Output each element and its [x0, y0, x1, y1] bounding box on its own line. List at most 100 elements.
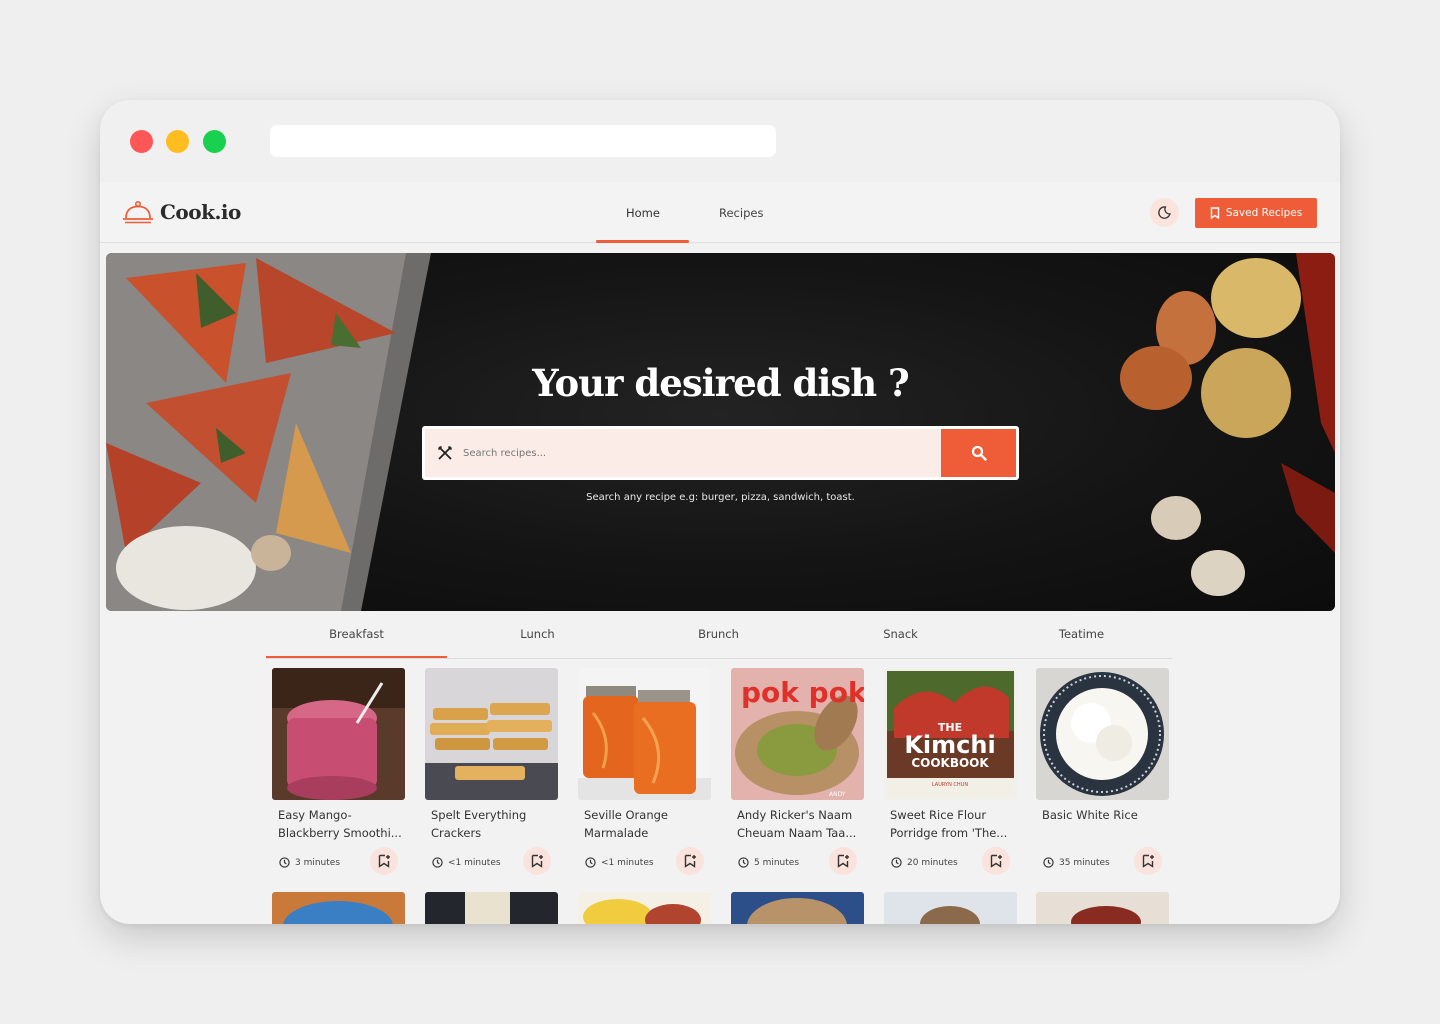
recipe-image	[731, 892, 864, 924]
recipe-card[interactable]: Basic White Rice 35 minutes	[1036, 668, 1169, 883]
browser-window: Cook.io Home Recipes Saved Recipes Your …	[100, 100, 1340, 924]
kimchi-title-text: Kimchi	[904, 731, 995, 759]
saved-recipes-label: Saved Recipes	[1225, 207, 1303, 219]
kimchi-cookbook-image: THE Kimchi COOKBOOK LAURYN CHUN	[884, 668, 1017, 800]
moon-icon	[1158, 206, 1171, 219]
recipe-image	[1036, 892, 1169, 924]
recipe-time: 20 minutes	[891, 857, 958, 868]
search-icon	[971, 445, 987, 461]
recipe-image	[272, 892, 405, 924]
clock-icon	[585, 857, 596, 868]
recipe-card-partial[interactable]	[731, 892, 864, 924]
tab-teatime[interactable]: Teatime	[991, 627, 1172, 641]
saved-recipes-button[interactable]: Saved Recipes	[1195, 198, 1317, 228]
recipe-image[interactable]: pok pok ANDY	[731, 668, 864, 800]
smoothie-image	[272, 668, 405, 800]
save-recipe-button[interactable]	[676, 847, 704, 875]
recipe-card[interactable]: Spelt Everything Crackers <1 minutes	[425, 668, 558, 883]
hero-banner: Your desired dish ? Search any recipe e.…	[106, 253, 1335, 611]
recipe-card-partial[interactable]	[1036, 892, 1169, 924]
clock-icon	[891, 857, 902, 868]
save-recipe-button[interactable]	[370, 847, 398, 875]
bookmark-add-icon	[378, 854, 390, 868]
cloche-icon	[123, 200, 153, 224]
recipe-time-label: 35 minutes	[1059, 857, 1110, 868]
clock-icon	[432, 857, 443, 868]
recipe-image	[884, 892, 1017, 924]
active-tab-indicator	[266, 656, 447, 658]
bookmark-add-icon	[1142, 854, 1154, 868]
search-box	[422, 426, 1019, 480]
recipe-image[interactable]: THE Kimchi COOKBOOK LAURYN CHUN	[884, 668, 1017, 800]
recipe-title[interactable]: Basic White Rice	[1042, 806, 1167, 824]
nav-link-recipes[interactable]: Recipes	[719, 206, 763, 220]
meal-type-tabs: Breakfast Lunch Brunch Snack Teatime	[266, 611, 1172, 659]
recipe-card-partial[interactable]	[578, 892, 711, 924]
recipe-title[interactable]: Spelt Everything Crackers	[431, 806, 556, 842]
kimchi-sub-text: COOKBOOK	[911, 756, 989, 770]
clock-icon	[738, 857, 749, 868]
logo[interactable]: Cook.io	[122, 200, 241, 224]
search-input[interactable]	[463, 443, 933, 463]
marmalade-image	[578, 668, 711, 800]
bookmark-add-icon	[684, 854, 696, 868]
recipe-card[interactable]: Seville Orange Marmalade <1 minutes	[578, 668, 711, 883]
save-recipe-button[interactable]	[829, 847, 857, 875]
recipe-time-label: 5 minutes	[754, 857, 800, 868]
white-rice-image	[1036, 668, 1169, 800]
recipe-title[interactable]: Seville Orange Marmalade	[584, 806, 709, 842]
search-button[interactable]	[941, 429, 1016, 477]
recipe-time: 5 minutes	[738, 857, 799, 868]
recipe-image	[578, 892, 711, 924]
recipe-time: <1 minutes	[585, 857, 654, 868]
tab-snack[interactable]: Snack	[810, 627, 991, 641]
hero-title: Your desired dish ?	[532, 361, 909, 405]
bookmark-add-icon	[990, 854, 1002, 868]
recipe-image[interactable]	[578, 668, 711, 800]
recipe-time-label: <1 minutes	[601, 857, 654, 868]
recipe-card[interactable]: pok pok ANDY Andy Ricker's Naam Cheuam N…	[731, 668, 864, 883]
nav-link-home[interactable]: Home	[626, 206, 660, 220]
minimize-window-button[interactable]	[166, 130, 189, 153]
window-chrome	[100, 100, 1340, 182]
bookmark-icon	[1210, 207, 1220, 219]
theme-toggle-button[interactable]	[1150, 198, 1179, 227]
recipe-title[interactable]: Easy Mango-Blackberry Smoothi...	[278, 806, 403, 842]
crackers-image	[425, 668, 558, 800]
recipe-title[interactable]: Andy Ricker's Naam Cheuam Naam Taa...	[737, 806, 862, 842]
recipe-time-label: 3 minutes	[295, 857, 341, 868]
tab-lunch[interactable]: Lunch	[447, 627, 628, 641]
recipe-card-partial[interactable]	[425, 892, 558, 924]
recipe-time: 35 minutes	[1043, 857, 1110, 868]
address-bar[interactable]	[270, 125, 776, 157]
clock-icon	[1043, 857, 1054, 868]
recipe-image[interactable]	[425, 668, 558, 800]
top-navbar: Cook.io Home Recipes Saved Recipes	[100, 182, 1340, 243]
recipe-time: 3 minutes	[279, 857, 340, 868]
recipe-card-partial[interactable]	[272, 892, 405, 924]
recipe-time: <1 minutes	[432, 857, 501, 868]
recipe-card[interactable]: Easy Mango-Blackberry Smoothi... 3 minut…	[272, 668, 405, 883]
recipe-title[interactable]: Sweet Rice Flour Porridge from 'The...	[890, 806, 1015, 842]
save-recipe-button[interactable]	[982, 847, 1010, 875]
tab-brunch[interactable]: Brunch	[628, 627, 809, 641]
save-recipe-button[interactable]	[523, 847, 551, 875]
recipe-image[interactable]	[272, 668, 405, 800]
recipe-card-partial[interactable]	[884, 892, 1017, 924]
bookmark-add-icon	[531, 854, 543, 868]
brand-name: Cook.io	[160, 200, 241, 224]
bookmark-add-icon	[837, 854, 849, 868]
active-nav-indicator	[596, 240, 689, 243]
tab-breakfast[interactable]: Breakfast	[266, 627, 447, 641]
pokpok-logo-text: pok pok	[741, 676, 864, 709]
recipe-card[interactable]: THE Kimchi COOKBOOK LAURYN CHUN Sweet Ri…	[884, 668, 1017, 883]
search-hint: Search any recipe e.g: burger, pizza, sa…	[586, 492, 855, 503]
save-recipe-button[interactable]	[1134, 847, 1162, 875]
maximize-window-button[interactable]	[203, 130, 226, 153]
kimchi-author-text: LAURYN CHUN	[932, 782, 968, 788]
recipe-image[interactable]	[1036, 668, 1169, 800]
pok-pok-cookbook-image: pok pok ANDY	[731, 668, 864, 800]
close-window-button[interactable]	[130, 130, 153, 153]
cutlery-icon	[437, 445, 453, 460]
recipe-time-label: 20 minutes	[907, 857, 958, 868]
